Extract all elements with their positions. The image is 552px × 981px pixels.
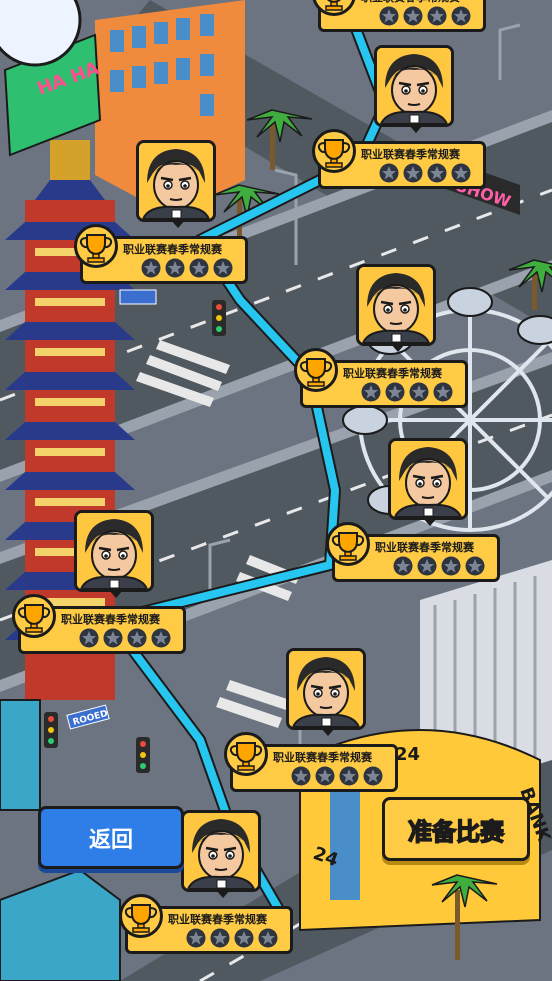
level-stars — [361, 382, 453, 406]
star-icon — [258, 928, 278, 952]
star-icon — [403, 163, 423, 187]
level-node[interactable]: 职业联赛春季常规赛 — [224, 648, 400, 792]
level-stars — [393, 556, 485, 580]
level-title: 职业联赛春季常规赛 — [61, 613, 160, 626]
star-icon — [393, 556, 413, 580]
star-icon — [379, 163, 399, 187]
star-icon — [433, 382, 453, 406]
prepare-match-button[interactable]: 准备比赛 — [382, 797, 530, 861]
player-avatar[interactable] — [356, 264, 436, 346]
level-node[interactable]: 职业联赛春季常规赛 — [312, 0, 488, 32]
avatar-pointer — [320, 727, 336, 736]
level-stars — [186, 928, 278, 952]
star-icon — [315, 766, 335, 790]
trophy-icon — [74, 224, 118, 268]
level-node[interactable]: 职业联赛春季常规赛 — [12, 510, 188, 654]
level-stars — [79, 628, 171, 652]
level-node[interactable]: 职业联赛春季常规赛 — [294, 264, 470, 408]
player-avatar[interactable] — [136, 140, 216, 222]
star-icon — [361, 382, 381, 406]
level-node[interactable]: 职业联赛春季常规赛 — [74, 140, 250, 284]
avatar-pointer — [422, 517, 438, 526]
star-icon — [379, 6, 399, 30]
avatar-pointer — [215, 889, 231, 898]
star-icon — [409, 382, 429, 406]
level-stars — [291, 766, 383, 790]
trophy-icon — [12, 594, 56, 638]
avatar-pointer — [408, 124, 424, 133]
star-icon — [186, 928, 206, 952]
trophy-icon — [224, 732, 268, 776]
star-icon — [427, 6, 447, 30]
trophy-icon — [312, 129, 356, 173]
level-stars — [141, 258, 233, 282]
player-avatar[interactable] — [74, 510, 154, 592]
trophy-icon — [326, 522, 370, 566]
trophy-icon — [294, 348, 338, 392]
level-node[interactable]: 职业联赛春季常规赛 — [326, 438, 502, 582]
level-title: 职业联赛春季常规赛 — [361, 0, 460, 5]
player-avatar[interactable] — [286, 648, 366, 730]
star-icon — [291, 766, 311, 790]
star-icon — [363, 766, 383, 790]
star-icon — [165, 258, 185, 282]
level-map: HA HA SHOW 24 24 BANK ROOED 职业联赛春季常规赛 职业… — [0, 0, 552, 981]
star-icon — [451, 6, 471, 30]
level-title: 职业联赛春季常规赛 — [361, 148, 460, 161]
star-icon — [427, 163, 447, 187]
star-icon — [213, 258, 233, 282]
star-icon — [441, 556, 461, 580]
star-icon — [79, 628, 99, 652]
level-stars — [379, 6, 471, 30]
star-icon — [103, 628, 123, 652]
level-stars — [379, 163, 471, 187]
trophy-icon — [119, 894, 163, 938]
level-title: 职业联赛春季常规赛 — [123, 243, 222, 256]
star-icon — [465, 556, 485, 580]
level-node[interactable]: 职业联赛春季常规赛 — [312, 45, 488, 189]
avatar-pointer — [108, 589, 124, 598]
player-avatar[interactable] — [181, 810, 261, 892]
star-icon — [189, 258, 209, 282]
level-title: 职业联赛春季常规赛 — [168, 913, 267, 926]
star-icon — [417, 556, 437, 580]
star-icon — [385, 382, 405, 406]
star-icon — [141, 258, 161, 282]
star-icon — [151, 628, 171, 652]
level-title: 职业联赛春季常规赛 — [273, 751, 372, 764]
avatar-pointer — [390, 343, 406, 352]
player-avatar[interactable] — [388, 438, 468, 520]
star-icon — [451, 163, 471, 187]
star-icon — [210, 928, 230, 952]
level-title: 职业联赛春季常规赛 — [375, 541, 474, 554]
player-avatar[interactable] — [374, 45, 454, 127]
back-button[interactable]: 返回 — [38, 806, 184, 869]
star-icon — [403, 6, 423, 30]
level-title: 职业联赛春季常规赛 — [343, 367, 442, 380]
avatar-pointer — [170, 219, 186, 228]
star-icon — [234, 928, 254, 952]
star-icon — [339, 766, 359, 790]
star-icon — [127, 628, 147, 652]
